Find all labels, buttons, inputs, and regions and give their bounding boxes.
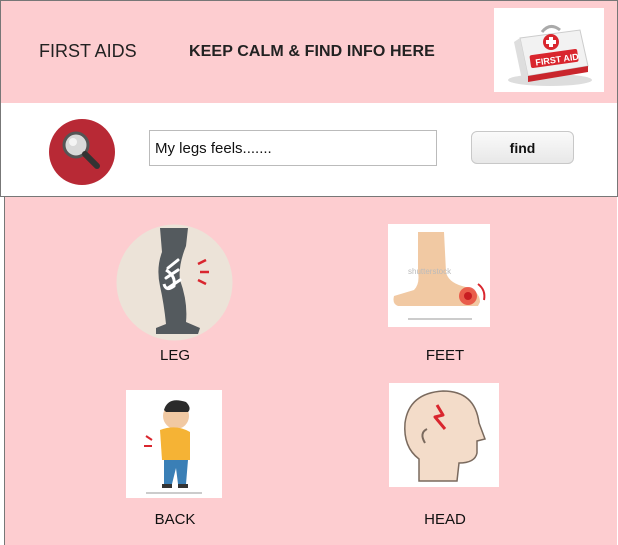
search-bar: find [0,103,618,197]
first-aid-kit-icon: FIRST AID [508,25,592,86]
back-pain-icon [144,400,202,494]
back-tile[interactable] [126,390,222,498]
feet-label[interactable]: FEET [385,347,505,364]
head-label[interactable]: HEAD [385,511,505,528]
symptom-search-input[interactable] [149,130,437,166]
feet-tile[interactable]: shutterstock [388,224,490,327]
body-part-grid: LEG shutterstock FEET BACK HEAD [4,197,617,545]
head-tile[interactable] [389,383,499,487]
back-label[interactable]: BACK [115,511,235,528]
app-title: FIRST AIDS [39,41,137,61]
app-header: FIRST AIDS KEEP CALM & FIND INFO HERE FI… [0,0,618,104]
leg-tile[interactable] [116,224,233,341]
svg-text:shutterstock: shutterstock [408,267,452,276]
headache-icon [404,390,486,482]
leg-label[interactable]: LEG [115,347,235,364]
header-tagline: KEEP CALM & FIND INFO HERE [189,43,435,60]
leg-injury-icon [116,224,233,341]
find-button[interactable]: find [471,131,574,164]
magnifier-icon [62,131,100,169]
foot-pain-icon: shutterstock [393,232,486,320]
first-aid-logo: FIRST AID [494,8,604,92]
search-icon-badge[interactable] [49,119,115,185]
